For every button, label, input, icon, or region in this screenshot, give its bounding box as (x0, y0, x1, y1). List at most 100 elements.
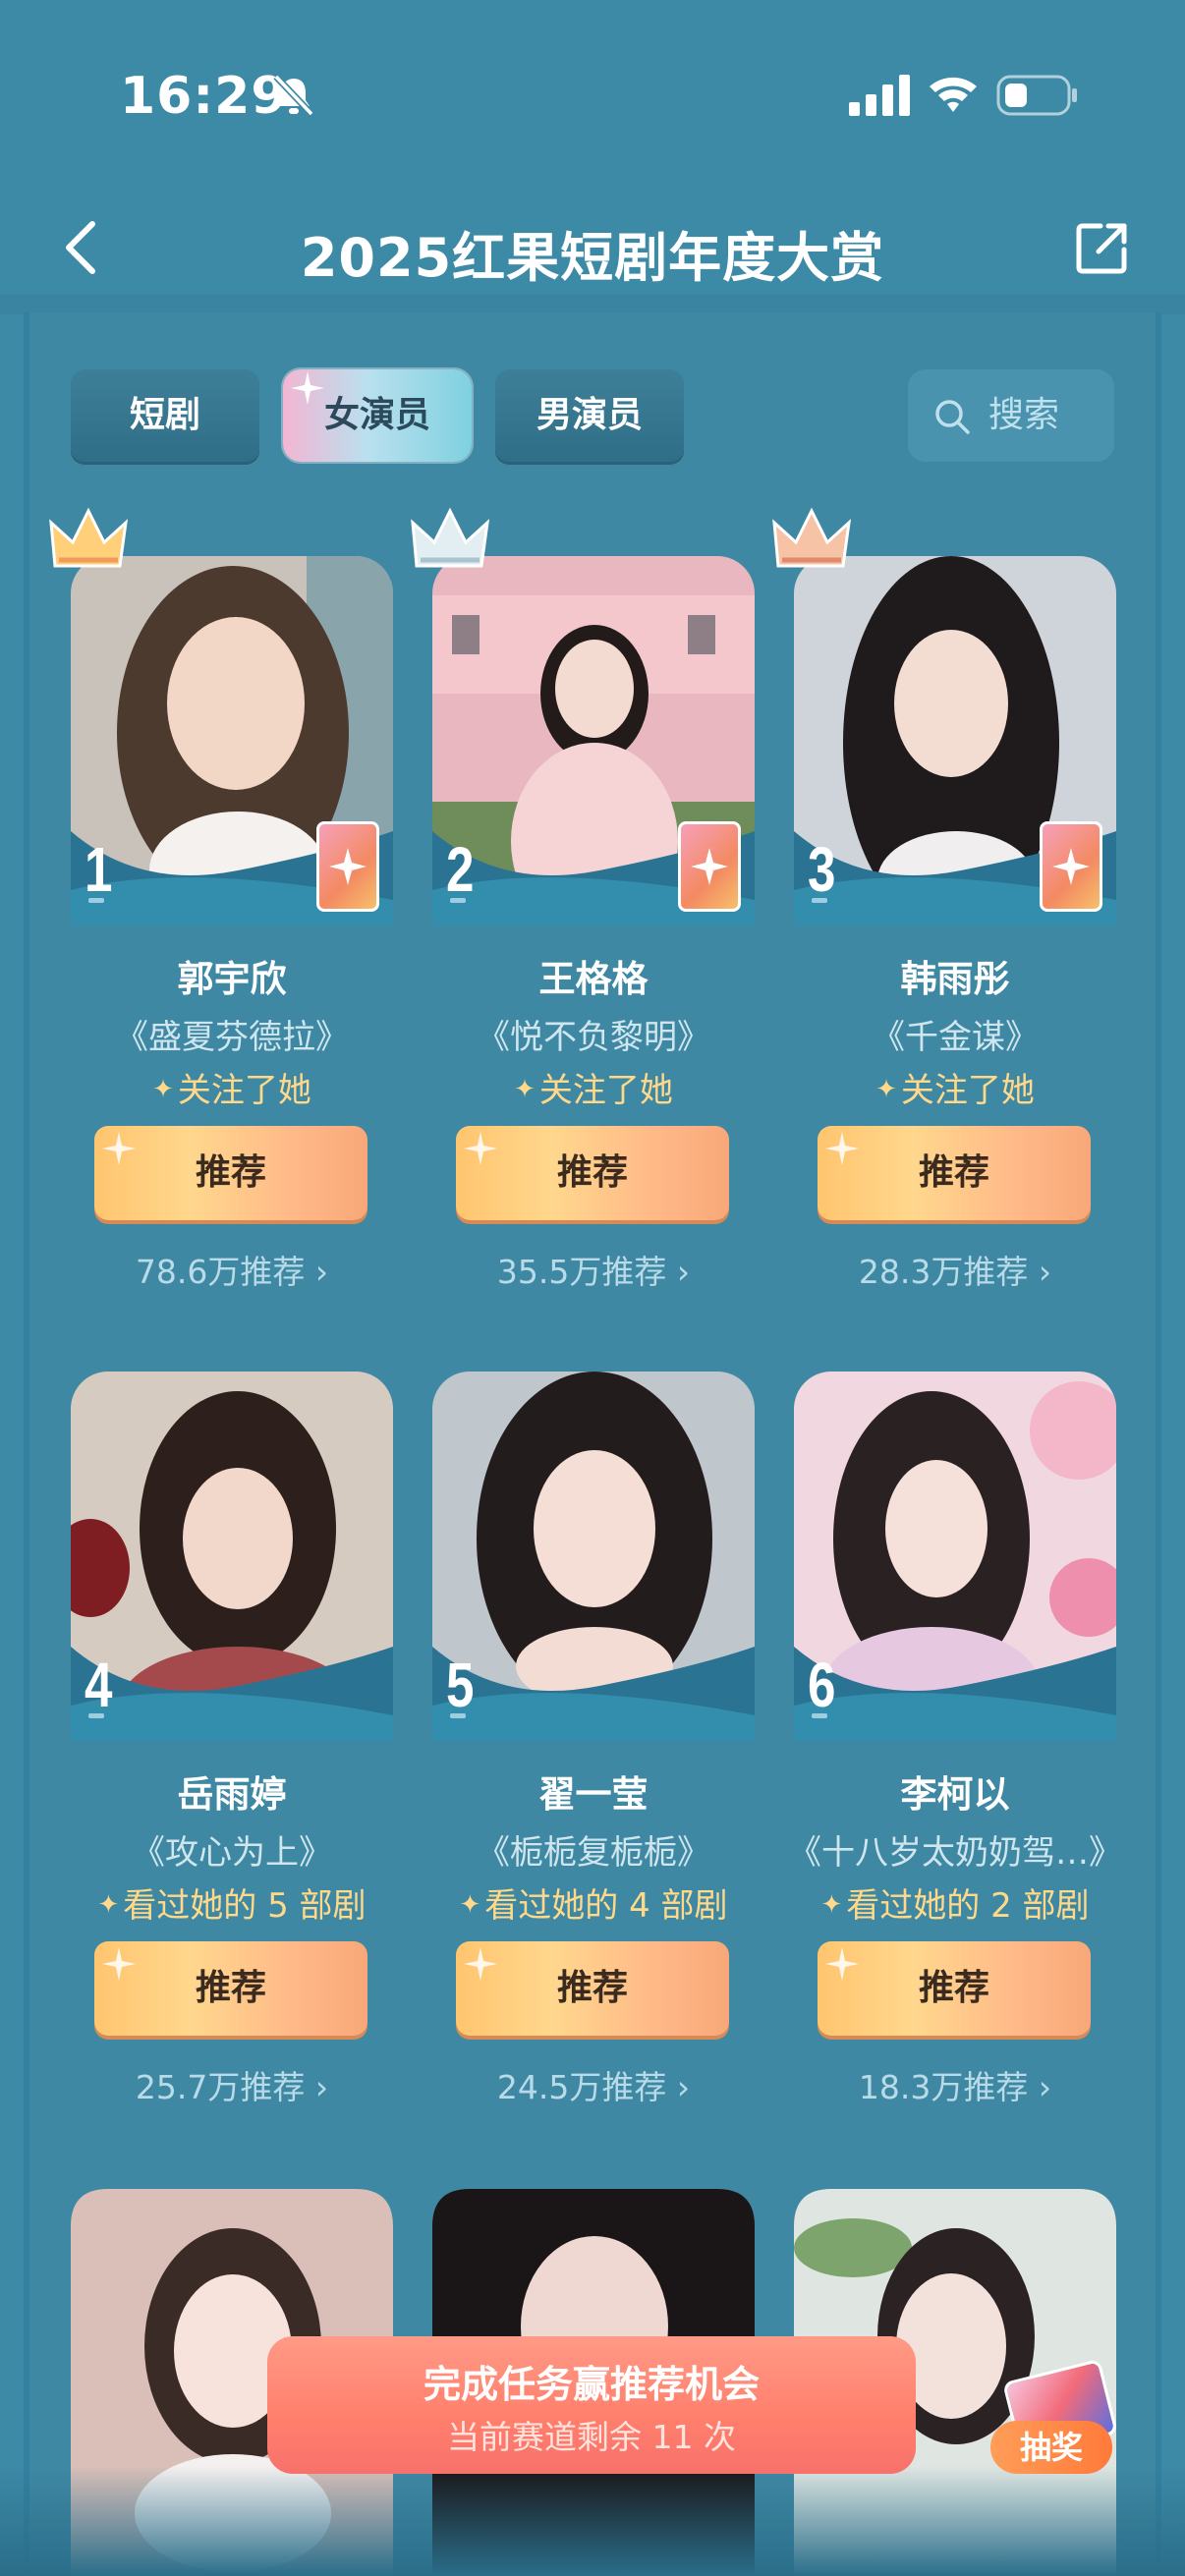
tab-actors[interactable]: 男演员 (495, 369, 684, 462)
watch-note-text: 看过她的 4 部剧 (484, 1886, 728, 1926)
recommend-count[interactable]: 25.7万推荐 › (31, 2061, 432, 2108)
sparkle-icon (291, 371, 324, 405)
app-screen: 16:29 2025红果短剧年度大赏 短剧 女演员 男演员 搜索 1 郭宇欣 《… (0, 0, 1185, 2576)
rank-wave (794, 1647, 1116, 1741)
share-icon[interactable] (1073, 218, 1132, 277)
sparkle-badge-icon (678, 821, 741, 912)
recommend-button[interactable]: 推荐 (818, 1126, 1091, 1220)
follow-note-text: 关注了她 (177, 1071, 311, 1110)
header-divider (0, 295, 1185, 314)
task-banner[interactable]: 完成任务赢推荐机会 当前赛道剩余 11 次 (267, 2336, 916, 2474)
watch-note: ✦ 看过她的 4 部剧 (393, 1878, 794, 1927)
actress-photo: 5 (432, 1372, 755, 1741)
rank-underline (450, 1713, 466, 1718)
watch-note: ✦ 看过她的 2 部剧 (755, 1878, 1156, 1927)
sparkle-badge-icon (1040, 821, 1102, 912)
watch-note-text: 看过她的 5 部剧 (123, 1886, 367, 1926)
rank-underline (88, 1713, 104, 1718)
recommend-button[interactable]: 推荐 (456, 1941, 729, 2036)
rank-number: 2 (446, 834, 475, 905)
follow-note: ✦ 关注了她 (31, 1063, 432, 1111)
sparkle-icon (102, 1947, 136, 1981)
rank-number: 3 (808, 834, 836, 905)
page-title: 2025红果短剧年度大赏 (300, 227, 885, 289)
recommend-label: 推荐 (556, 1152, 628, 1193)
watch-note-text: 看过她的 2 部剧 (846, 1886, 1090, 1926)
rank-number: 4 (85, 1650, 113, 1720)
rank-underline (88, 898, 104, 903)
actress-name: 李柯以 (900, 1773, 1010, 1816)
watch-note: ✦ 看过她的 5 部剧 (31, 1878, 432, 1927)
follow-note-text: 关注了她 (900, 1071, 1035, 1110)
star-icon: ✦ (97, 1890, 120, 1920)
actress-photo: 1 (71, 556, 393, 925)
follow-note-text: 关注了她 (538, 1071, 673, 1110)
sparkle-icon (464, 1132, 497, 1165)
rank-wave (71, 1647, 393, 1741)
lottery-label: 抽奖 (990, 2421, 1112, 2474)
actress-photo: 6 (794, 1372, 1116, 1741)
status-time: 16:29 (120, 67, 288, 126)
drama-title: 《盛夏芬德拉》 (115, 1018, 349, 1057)
recommend-count[interactable]: 18.3万推荐 › (755, 2061, 1156, 2108)
recommend-count[interactable]: 78.6万推荐 › (31, 1246, 432, 1293)
gold-crown-icon (49, 507, 128, 568)
follow-note: ✦ 关注了她 (755, 1063, 1156, 1111)
actress-photo: 4 (71, 1372, 393, 1741)
drama-title: 《十八岁太奶奶驾…》 (788, 1833, 1122, 1873)
star-icon: ✦ (875, 1075, 897, 1104)
task-title: 完成任务赢推荐机会 (423, 2363, 760, 2406)
drama-title: 《栀栀复栀栀》 (477, 1833, 710, 1873)
sparkle-icon (825, 1947, 859, 1981)
recommend-button[interactable]: 推荐 (94, 1126, 367, 1220)
recommend-label: 推荐 (195, 1968, 266, 2008)
sparkle-badge-icon (316, 821, 379, 912)
recommend-button[interactable]: 推荐 (456, 1126, 729, 1220)
drama-title: 《千金谋》 (872, 1018, 1039, 1057)
search-button[interactable]: 搜索 (908, 369, 1114, 462)
rank-underline (812, 898, 827, 903)
task-subtitle: 当前赛道剩余 11 次 (447, 2418, 736, 2456)
recommend-count[interactable]: 24.5万推荐 › (393, 2061, 794, 2108)
recommend-count[interactable]: 28.3万推荐 › (755, 1246, 1156, 1293)
star-icon: ✦ (152, 1075, 174, 1104)
recommend-count[interactable]: 35.5万推荐 › (393, 1246, 794, 1293)
search-icon (935, 400, 970, 434)
lottery-button[interactable]: 抽奖 (990, 2358, 1118, 2480)
sparkle-icon (464, 1947, 497, 1981)
drama-title: 《悦不负黎明》 (477, 1018, 710, 1057)
bronze-crown-icon (772, 507, 851, 568)
tab-short-drama[interactable]: 短剧 (71, 369, 259, 462)
recommend-button[interactable]: 推荐 (94, 1941, 367, 2036)
actress-photo: 2 (432, 556, 755, 925)
status-bar: 16:29 (0, 0, 1185, 187)
rank-underline (450, 898, 466, 903)
star-icon: ✦ (514, 1075, 536, 1104)
search-label: 搜索 (988, 395, 1060, 435)
silver-crown-icon (411, 507, 489, 568)
rank-number: 5 (446, 1650, 475, 1720)
bottom-fade (0, 2466, 1185, 2576)
recommend-label: 推荐 (556, 1968, 628, 2008)
sparkle-icon (825, 1132, 859, 1165)
recommend-label: 推荐 (195, 1152, 266, 1193)
actress-name: 翟一莹 (538, 1773, 649, 1816)
battery-icon (996, 75, 1077, 116)
silent-bell-icon (273, 74, 314, 117)
wifi-icon (930, 77, 977, 112)
star-icon: ✦ (459, 1890, 481, 1920)
actress-name: 王格格 (538, 958, 649, 1000)
recommend-button[interactable]: 推荐 (818, 1941, 1091, 2036)
actress-name: 郭宇欣 (177, 958, 287, 1000)
sparkle-icon (102, 1132, 136, 1165)
rank-number: 1 (85, 834, 113, 905)
cellular-signal-icon (849, 75, 910, 116)
recommend-label: 推荐 (918, 1152, 989, 1193)
drama-title: 《攻心为上》 (132, 1833, 332, 1873)
actress-name: 韩雨彤 (900, 958, 1010, 1000)
recommend-label: 推荐 (918, 1968, 989, 2008)
rank-number: 6 (808, 1650, 836, 1720)
actress-name: 岳雨婷 (177, 1773, 287, 1816)
actress-photo: 3 (794, 556, 1116, 925)
follow-note: ✦ 关注了她 (393, 1063, 794, 1111)
